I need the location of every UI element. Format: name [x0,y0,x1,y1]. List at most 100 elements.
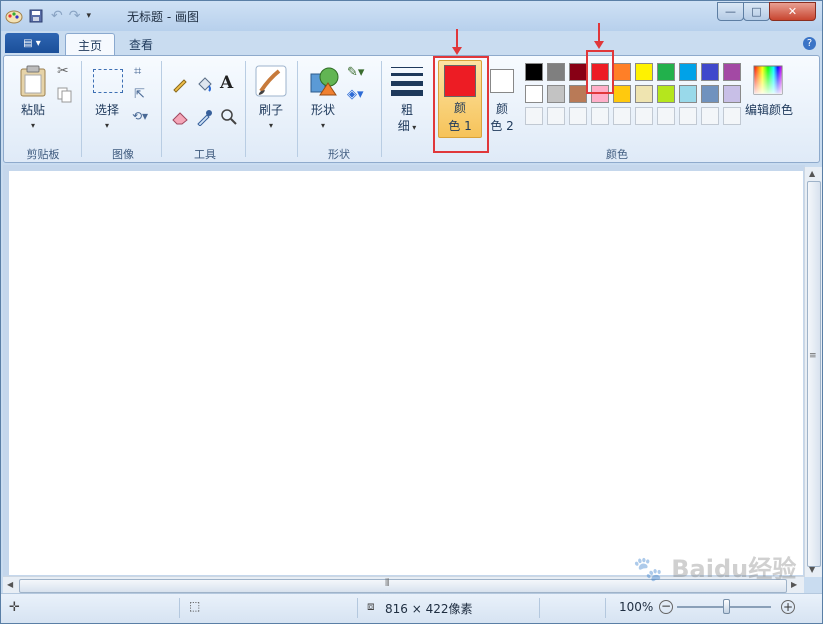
size-line-thin [391,67,423,68]
annotation-arrow-color1 [456,29,458,49]
zoom-level: 100% [619,600,654,614]
palette-swatch[interactable] [547,85,565,103]
paste-dropdown-icon[interactable]: ▾ [17,121,49,130]
group-divider [297,61,298,157]
paint-app-icon[interactable] [5,8,23,24]
outline-icon[interactable]: ✎▾ [347,65,364,80]
custom-color-slot[interactable] [547,107,565,125]
colors-group-label: 颜色 [606,148,628,161]
color-picker-icon[interactable] [195,108,213,126]
select-dropdown-icon[interactable]: ▾ [89,121,125,130]
color2-button[interactable]: 颜 色 2 [485,60,519,138]
shape-fill-icon[interactable]: ◈▾ [347,87,364,102]
palette-swatch[interactable] [569,85,587,103]
window-title: 无标题 - 画图 [127,10,199,24]
vertical-scroll-thumb[interactable] [807,181,821,567]
resize-icon[interactable]: ⇱ [134,87,145,102]
tools-group-label: 工具 [194,148,216,161]
palette-swatch[interactable] [657,85,675,103]
paint-menu-button[interactable]: ▤ ▾ [5,33,59,53]
size-label-line2[interactable]: 细 ▾ [391,117,423,134]
color2-swatch [490,69,514,93]
palette-swatch[interactable] [547,63,565,81]
color2-label-line2: 色 2 [490,119,514,133]
crop-icon[interactable]: ⌗ [134,64,141,79]
palette-swatch[interactable] [635,63,653,81]
shapes-button-label[interactable]: 形状 [305,101,341,118]
help-icon[interactable]: ? [803,37,816,50]
vertical-scrollbar[interactable]: ▲ ≡ ▼ [804,167,822,577]
fill-icon[interactable] [195,75,213,93]
scroll-up-icon[interactable]: ▲ [809,169,815,178]
size-line-medium [391,73,423,76]
shapes-icon[interactable] [308,65,340,97]
copy-icon[interactable] [57,87,73,103]
custom-color-slot[interactable] [657,107,675,125]
size-label-line1[interactable]: 粗 [391,101,423,118]
tab-home[interactable]: 主页 [65,33,116,56]
group-divider [245,61,246,157]
edit-colors-label[interactable]: 编辑颜色 [743,101,795,118]
cut-icon[interactable]: ✂ [57,63,69,79]
annotation-box-color1 [433,56,489,153]
scroll-down-icon[interactable]: ▼ [809,565,815,574]
brushes-dropdown-icon[interactable]: ▾ [253,121,289,130]
maximize-button[interactable]: □ [743,2,770,21]
rotate-icon[interactable]: ⟲▾ [132,109,148,123]
status-divider [539,598,540,618]
palette-swatch[interactable] [569,63,587,81]
drawing-canvas[interactable] [9,171,803,575]
paste-icon[interactable] [19,65,47,97]
palette-swatch[interactable] [701,63,719,81]
undo-icon[interactable]: ↶ [51,8,63,24]
palette-swatch[interactable] [679,85,697,103]
custom-color-slot[interactable] [723,107,741,125]
zoom-out-button[interactable]: − [659,600,673,614]
magnifier-icon[interactable] [220,108,238,126]
eraser-icon[interactable] [171,108,189,126]
palette-swatch[interactable] [635,85,653,103]
palette-swatch[interactable] [657,63,675,81]
palette-swatch[interactable] [679,63,697,81]
zoom-slider-thumb[interactable] [723,599,730,614]
edit-colors-icon[interactable] [753,65,783,95]
palette-swatch[interactable] [613,63,631,81]
custom-color-slot[interactable] [635,107,653,125]
palette-swatch[interactable] [525,85,543,103]
custom-color-slot[interactable] [613,107,631,125]
select-button-label[interactable]: 选择 [89,101,125,118]
save-icon[interactable] [29,9,43,23]
scroll-left-icon[interactable]: ◀ [7,580,13,589]
selection-size-icon: ⬚ [189,599,201,613]
paint-window: ↶ ↷ ▾ 无标题 - 画图 — □ ✕ ▤ ▾ 主页 查看 ? 粘贴 ▾ ✂ … [0,0,823,624]
shapes-group-label: 形状 [328,148,350,161]
text-tool-icon[interactable]: A [220,73,233,93]
palette-swatch[interactable] [701,85,719,103]
custom-color-slot[interactable] [701,107,719,125]
canvas-size-text: 816 × 422像素 [385,602,473,616]
customize-qat-icon[interactable]: ▾ [86,11,91,21]
palette-swatch[interactable] [723,63,741,81]
clipboard-group-label: 剪贴板 [26,148,60,161]
custom-color-slot[interactable] [591,107,609,125]
custom-color-slot[interactable] [525,107,543,125]
palette-swatch[interactable] [723,85,741,103]
select-icon[interactable] [93,69,123,93]
custom-color-slot[interactable] [569,107,587,125]
brushes-button-label[interactable]: 刷子 [253,101,289,118]
menu-icon: ▤ ▾ [23,37,41,49]
paste-button-label[interactable]: 粘贴 [17,101,49,118]
pencil-icon[interactable] [171,75,189,93]
redo-icon[interactable]: ↷ [69,8,81,24]
zoom-in-button[interactable]: + [781,600,795,614]
tab-view[interactable]: 查看 [117,33,165,55]
ribbon-tab-row: ▤ ▾ 主页 查看 ? [1,31,822,56]
palette-swatch[interactable] [525,63,543,81]
shapes-dropdown-icon[interactable]: ▾ [305,121,341,130]
custom-color-slot[interactable] [679,107,697,125]
brush-icon[interactable] [255,65,287,97]
palette-swatch[interactable] [613,85,631,103]
close-button[interactable]: ✕ [769,2,816,21]
vertical-grip-icon: ≡ [809,351,817,361]
minimize-button[interactable]: — [717,2,744,21]
